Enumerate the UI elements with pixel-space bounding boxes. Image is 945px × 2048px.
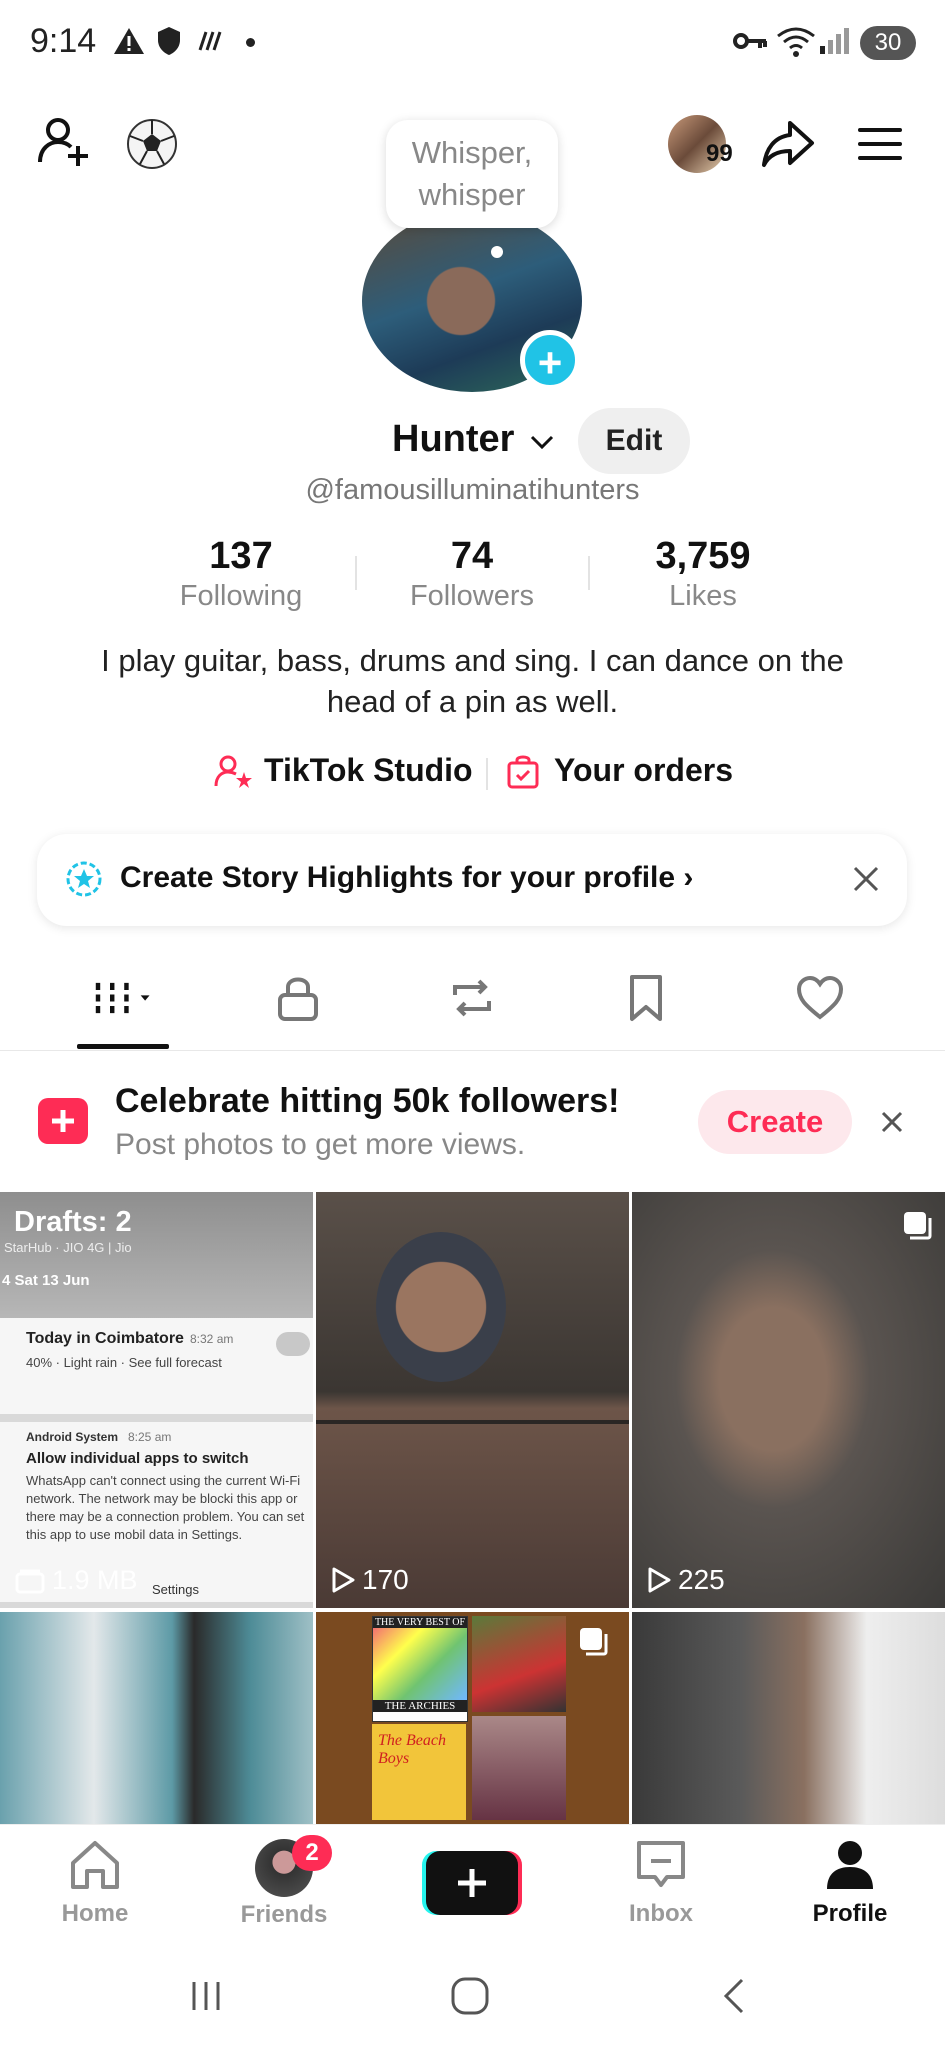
add-story-button[interactable]: + bbox=[520, 330, 580, 390]
profile-name[interactable]: Hunter bbox=[392, 418, 555, 461]
battery-indicator: 30 bbox=[860, 26, 916, 60]
system-nav-bar bbox=[0, 1944, 945, 2048]
dot-icon bbox=[246, 38, 255, 47]
stat-likes[interactable]: 3,759 Likes bbox=[603, 535, 803, 613]
avatar-badge-count: 99 bbox=[706, 140, 733, 167]
play-icon bbox=[648, 1567, 671, 1593]
preview-date: 4 Sat 13 Jun bbox=[2, 1272, 90, 1289]
create-button[interactable]: Create bbox=[698, 1090, 852, 1154]
tiktok-studio-link[interactable]: TikTok Studio bbox=[214, 752, 473, 789]
active-tab-indicator bbox=[77, 1044, 169, 1049]
multi-photo-icon bbox=[578, 1626, 608, 1661]
close-icon[interactable] bbox=[851, 864, 881, 899]
tab-liked[interactable] bbox=[780, 968, 860, 1028]
video-tile[interactable]: 225 bbox=[632, 1192, 945, 1608]
stat-followers[interactable]: 74 Followers bbox=[372, 535, 572, 613]
repost-icon bbox=[453, 979, 491, 1017]
bubble-pointer bbox=[491, 246, 503, 258]
back-icon[interactable] bbox=[718, 1976, 748, 2021]
divider bbox=[588, 556, 590, 590]
share-icon[interactable] bbox=[756, 112, 820, 176]
close-icon[interactable] bbox=[880, 1110, 904, 1139]
recent-apps-icon[interactable] bbox=[188, 1978, 224, 2019]
divider bbox=[486, 758, 488, 790]
cloud-icon bbox=[276, 1332, 310, 1356]
tab-reposts[interactable] bbox=[432, 968, 512, 1028]
bottom-nav: Home Friends 2 Inbox Profile bbox=[0, 1824, 945, 1945]
nav-inbox[interactable]: Inbox bbox=[586, 1839, 736, 1928]
video-tile[interactable] bbox=[632, 1612, 945, 1824]
tab-videos[interactable] bbox=[82, 968, 162, 1028]
album-cover bbox=[472, 1716, 566, 1820]
chevron-down-icon bbox=[530, 435, 554, 450]
signal-icon bbox=[818, 26, 854, 63]
video-thumbnail-face bbox=[376, 1232, 506, 1382]
your-orders-link[interactable]: Your orders bbox=[506, 752, 733, 789]
view-count: 225 bbox=[646, 1564, 725, 1596]
content-tabs bbox=[0, 940, 945, 1051]
status-bar: 9:14 30 bbox=[0, 0, 945, 90]
add-friend-icon[interactable] bbox=[32, 110, 96, 174]
wifi-icon bbox=[776, 26, 816, 65]
status-bubble[interactable]: Whisper, whisper bbox=[386, 120, 558, 228]
nav-home[interactable]: Home bbox=[20, 1839, 170, 1928]
album-collage-tile[interactable]: THE VERY BEST OF THE ARCHIES The Beach B… bbox=[316, 1612, 629, 1824]
promo-subtitle: Post photos to get more views. bbox=[115, 1128, 526, 1161]
view-count: 170 bbox=[330, 1564, 409, 1596]
data-saver-icon bbox=[196, 26, 226, 63]
tab-private[interactable] bbox=[258, 968, 338, 1028]
shield-icon bbox=[156, 26, 182, 63]
notification-badge: 2 bbox=[292, 1835, 332, 1871]
edit-profile-button[interactable]: Edit bbox=[578, 408, 690, 474]
video-tile[interactable] bbox=[0, 1612, 313, 1824]
nav-friends[interactable]: Friends bbox=[209, 1839, 359, 1929]
profile-handle: @famousilluminatihunters bbox=[305, 474, 640, 506]
promo-title: Celebrate hitting 50k followers! bbox=[115, 1082, 620, 1120]
clock: 9:14 bbox=[30, 22, 97, 60]
heart-icon bbox=[796, 975, 844, 1020]
home-button-icon[interactable] bbox=[450, 1976, 490, 2021]
drafts-size: 1.9 MB bbox=[14, 1565, 138, 1596]
studio-star-user-icon bbox=[214, 755, 252, 788]
archies-album: THE VERY BEST OF THE ARCHIES bbox=[372, 1616, 468, 1722]
multi-photo-icon bbox=[902, 1210, 932, 1240]
stat-following[interactable]: 137 Following bbox=[141, 535, 341, 613]
preview-carrier: StarHub · JIO 4G | Jio bbox=[4, 1240, 132, 1255]
beach-boys-album: The Beach Boys bbox=[372, 1724, 466, 1820]
drafts-tile[interactable]: Drafts: 2 StarHub · JIO 4G | Jio 4 Sat 1… bbox=[0, 1192, 313, 1608]
inbox-icon bbox=[637, 1841, 685, 1887]
album-cover bbox=[472, 1616, 566, 1712]
home-icon bbox=[71, 1841, 119, 1889]
play-icon bbox=[332, 1567, 355, 1593]
profile-icon bbox=[827, 1841, 873, 1889]
drafts-title: Drafts: 2 bbox=[14, 1206, 132, 1238]
vpn-key-icon bbox=[732, 26, 768, 63]
story-highlights-text: Create Story Highlights for your profile… bbox=[120, 861, 694, 894]
preview-weather-card: Today in Coimbatore 8:32 am 40% · Light … bbox=[0, 1318, 313, 1414]
lock-icon bbox=[278, 977, 318, 1021]
menu-icon[interactable] bbox=[848, 112, 912, 176]
soccer-ball-icon[interactable] bbox=[120, 112, 184, 176]
story-highlights-banner[interactable]: Create Story Highlights for your profile… bbox=[37, 834, 907, 926]
tab-favorites[interactable] bbox=[606, 968, 686, 1028]
shopping-bag-icon bbox=[507, 755, 539, 788]
divider bbox=[316, 1420, 629, 1424]
profile-bio: I play guitar, bass, drums and sing. I c… bbox=[101, 643, 844, 719]
video-tile[interactable]: 170 bbox=[316, 1192, 629, 1608]
grid-icon bbox=[95, 982, 150, 1015]
milestone-promo: Celebrate hitting 50k followers! Post ph… bbox=[0, 1058, 945, 1190]
nav-profile[interactable]: Profile bbox=[775, 1839, 925, 1928]
story-star-icon bbox=[65, 860, 103, 903]
alert-icon bbox=[112, 26, 146, 63]
bookmark-icon bbox=[630, 975, 662, 1021]
create-post-button[interactable] bbox=[422, 1851, 522, 1915]
divider bbox=[355, 556, 357, 590]
add-photo-icon bbox=[38, 1098, 88, 1144]
drafts-icon bbox=[15, 1569, 45, 1593]
plus-icon bbox=[458, 1869, 486, 1897]
